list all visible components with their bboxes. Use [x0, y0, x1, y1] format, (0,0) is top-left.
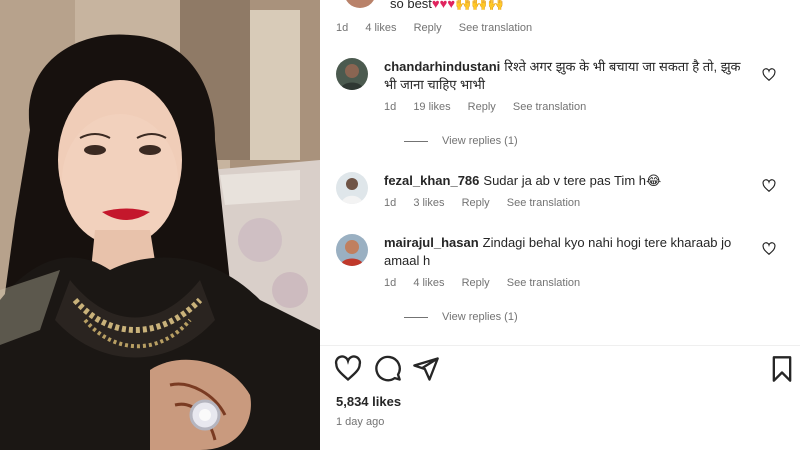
post-photo: [0, 0, 320, 450]
like-heart-icon[interactable]: [762, 242, 776, 256]
comment-likes[interactable]: 19 likes: [413, 101, 450, 113]
comment-meta: 1d 4 likes Reply See translation: [336, 22, 546, 34]
avatar[interactable]: [336, 58, 368, 90]
comment-icon[interactable]: [374, 355, 402, 383]
post-actions: 5,834 likes 1 day ago: [320, 345, 800, 450]
view-replies-button[interactable]: View replies (1): [404, 135, 518, 147]
comment-likes[interactable]: 3 likes: [413, 197, 444, 209]
share-icon[interactable]: [412, 355, 440, 383]
reply-button[interactable]: Reply: [414, 22, 442, 34]
avatar[interactable]: [344, 0, 376, 8]
comment-body: so best: [390, 0, 432, 11]
comment-username[interactable]: chandarhindustani: [384, 59, 500, 74]
comment-time: 1d: [384, 197, 397, 209]
comment-text: Sudar ja ab v tere pas Tim h😂: [483, 173, 662, 188]
reply-button[interactable]: Reply: [462, 277, 490, 289]
comment-username[interactable]: fezal_khan_786: [384, 173, 479, 188]
raised-hands-emoji: 🙌🙌🙌: [455, 0, 504, 11]
bookmark-icon[interactable]: [768, 355, 796, 383]
comment-username[interactable]: mairajul_hasan: [384, 235, 479, 250]
hearts-emoji: ♥♥♥: [431, 0, 456, 11]
comment-item: fezal_khan_786 Sudar ja ab v tere pas Tim…: [336, 172, 776, 217]
avatar[interactable]: [336, 172, 368, 204]
view-replies-label: View replies (1): [442, 311, 518, 323]
comments-panel: so best♥♥♥🙌🙌🙌 1d 4 likes Reply See trans…: [320, 0, 800, 450]
heart-icon[interactable]: [334, 355, 362, 383]
see-translation-link[interactable]: See translation: [459, 22, 532, 34]
comment-body: mairajul_hasan Zindagi behal kyo nahi hog…: [384, 234, 754, 270]
comments-list[interactable]: so best♥♥♥🙌🙌🙌 1d 4 likes Reply See trans…: [320, 0, 800, 345]
post-media[interactable]: [0, 0, 320, 450]
comment-likes[interactable]: 4 likes: [365, 22, 396, 34]
see-translation-link[interactable]: See translation: [507, 277, 580, 289]
reply-button[interactable]: Reply: [468, 101, 496, 113]
comment-meta: 1d 4 likes Reply See translation: [384, 277, 594, 289]
comment-meta: 1d 3 likes Reply See translation: [384, 197, 594, 209]
comment-body: chandarhindustani रिश्ते अगर झुक के भी बच…: [384, 58, 754, 94]
like-heart-icon[interactable]: [762, 179, 776, 193]
comment-item: chandarhindustani रिश्ते अगर झुक के भी बच…: [336, 58, 776, 148]
comment-meta: 1d 19 likes Reply See translation: [384, 101, 600, 113]
comment-time: 1d: [384, 277, 397, 289]
reply-button[interactable]: Reply: [462, 197, 490, 209]
replies-divider: [404, 316, 428, 318]
see-translation-link[interactable]: See translation: [507, 197, 580, 209]
comment-item: mairajul_hasan Zindagi behal kyo nahi hog…: [336, 234, 776, 334]
avatar[interactable]: [336, 234, 368, 266]
comment-text: so best♥♥♥🙌🙌🙌: [390, 0, 504, 12]
view-replies-button[interactable]: View replies (1): [404, 311, 518, 323]
comment-time: 1d: [384, 101, 397, 113]
post-likes-count[interactable]: 5,834 likes: [336, 394, 401, 409]
replies-divider: [404, 140, 428, 142]
comment-likes[interactable]: 4 likes: [413, 277, 444, 289]
see-translation-link[interactable]: See translation: [513, 101, 586, 113]
comment-body: fezal_khan_786 Sudar ja ab v tere pas Tim…: [384, 172, 754, 190]
view-replies-label: View replies (1): [442, 135, 518, 147]
like-heart-icon[interactable]: [762, 68, 776, 82]
post-timestamp: 1 day ago: [336, 416, 385, 428]
comment-time: 1d: [336, 22, 349, 34]
